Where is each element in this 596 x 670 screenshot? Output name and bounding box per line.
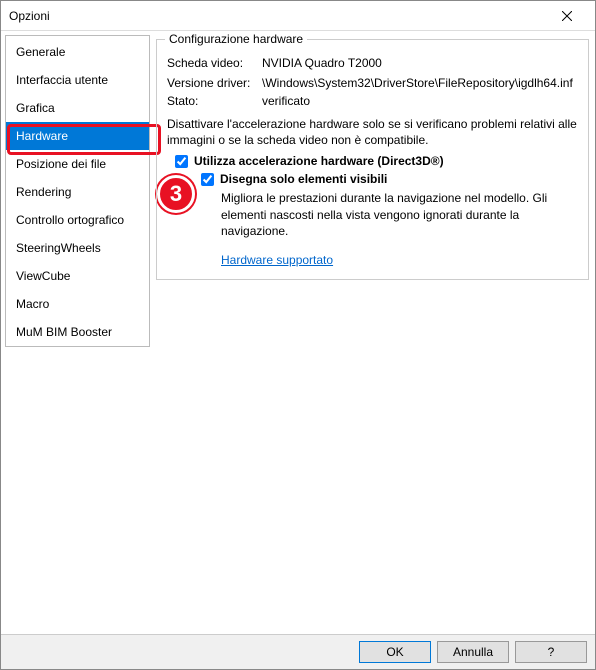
- help-button[interactable]: ?: [515, 641, 587, 663]
- sidebar-item-controllo[interactable]: Controllo ortografico: [6, 206, 149, 234]
- sidebar-item-label: Interfaccia utente: [16, 73, 108, 87]
- dialog-body: Generale Interfaccia utente Grafica Hard…: [1, 31, 595, 634]
- sidebar-item-interfaccia[interactable]: Interfaccia utente: [6, 66, 149, 94]
- draw-visible-row: Disegna solo elementi visibili: [201, 172, 578, 186]
- dialog-footer: OK Annulla ?: [1, 634, 595, 669]
- draw-visible-checkbox[interactable]: [201, 173, 214, 186]
- video-card-label: Scheda video:: [167, 56, 262, 70]
- sidebar-item-hardware[interactable]: Hardware: [6, 122, 149, 150]
- state-value: verificato: [262, 94, 578, 108]
- sidebar-item-label: SteeringWheels: [16, 241, 101, 255]
- sidebar-wrap: Generale Interfaccia utente Grafica Hard…: [5, 35, 150, 630]
- use-hw-accel-row: Utilizza accelerazione hardware (Direct3…: [175, 154, 578, 168]
- use-hw-accel-label[interactable]: Utilizza accelerazione hardware (Direct3…: [194, 154, 444, 168]
- state-label: Stato:: [167, 94, 262, 108]
- sidebar-item-posizione[interactable]: Posizione dei file: [6, 150, 149, 178]
- video-card-row: Scheda video: NVIDIA Quadro T2000: [167, 56, 578, 70]
- state-row: Stato: verificato: [167, 94, 578, 108]
- content-panel: Configurazione hardware Scheda video: NV…: [154, 35, 591, 630]
- use-hw-accel-checkbox[interactable]: [175, 155, 188, 168]
- ok-button[interactable]: OK: [359, 641, 431, 663]
- sidebar-item-label: Rendering: [16, 185, 71, 199]
- driver-version-label: Versione driver:: [167, 76, 262, 90]
- cancel-button[interactable]: Annulla: [437, 641, 509, 663]
- driver-version-value: \Windows\System32\DriverStore\FileReposi…: [262, 76, 578, 90]
- sidebar-item-label: Hardware: [16, 129, 68, 143]
- sidebar-item-label: Controllo ortografico: [16, 213, 124, 227]
- sidebar-item-label: ViewCube: [16, 269, 70, 283]
- hardware-config-group: Configurazione hardware Scheda video: NV…: [156, 39, 589, 280]
- draw-visible-description: Migliora le prestazioni durante la navig…: [221, 190, 578, 239]
- close-button[interactable]: [547, 2, 587, 30]
- video-card-value: NVIDIA Quadro T2000: [262, 56, 578, 70]
- sidebar-item-viewcube[interactable]: ViewCube: [6, 262, 149, 290]
- sidebar: Generale Interfaccia utente Grafica Hard…: [5, 35, 150, 347]
- close-icon: [562, 11, 572, 21]
- options-dialog: Opzioni Generale Interfaccia utente Graf…: [0, 0, 596, 670]
- group-title: Configurazione hardware: [165, 32, 307, 46]
- sidebar-item-label: Posizione dei file: [16, 157, 106, 171]
- draw-visible-label[interactable]: Disegna solo elementi visibili: [220, 172, 387, 186]
- sidebar-item-generale[interactable]: Generale: [6, 38, 149, 66]
- sidebar-item-grafica[interactable]: Grafica: [6, 94, 149, 122]
- sidebar-item-label: Generale: [16, 45, 65, 59]
- sidebar-item-rendering[interactable]: Rendering: [6, 178, 149, 206]
- supported-hardware-link[interactable]: Hardware supportato: [221, 253, 333, 267]
- sidebar-item-macro[interactable]: Macro: [6, 290, 149, 318]
- driver-version-row: Versione driver: \Windows\System32\Drive…: [167, 76, 578, 90]
- sidebar-item-mum-bim[interactable]: MuM BIM Booster: [6, 318, 149, 346]
- sidebar-item-label: Grafica: [16, 101, 55, 115]
- disable-accel-description: Disattivare l'accelerazione hardware sol…: [167, 116, 578, 148]
- sidebar-item-label: MuM BIM Booster: [16, 325, 112, 339]
- sidebar-item-label: Macro: [16, 297, 49, 311]
- window-title: Opzioni: [9, 9, 547, 23]
- titlebar: Opzioni: [1, 1, 595, 31]
- sidebar-item-steeringwheels[interactable]: SteeringWheels: [6, 234, 149, 262]
